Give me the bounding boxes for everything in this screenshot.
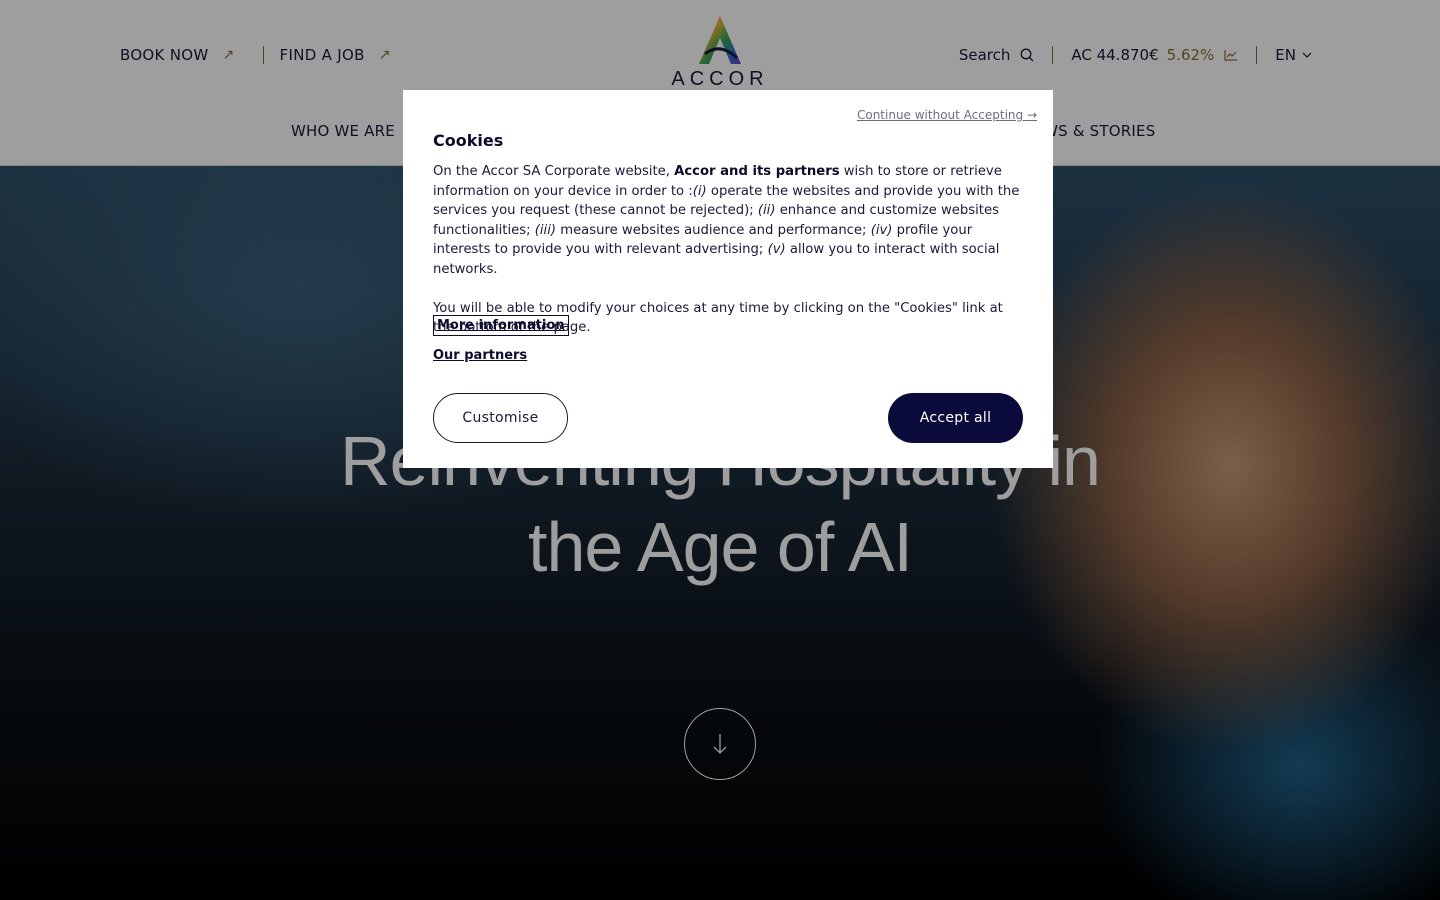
item-marker: (iii) [534, 222, 557, 238]
more-information-link[interactable]: More information [433, 315, 569, 336]
item-marker: (v) [767, 242, 786, 257]
cookie-intro-paragraph: On the Accor SA Corporate website, Accor… [433, 162, 1025, 279]
our-partners-link[interactable]: Our partners [433, 348, 527, 363]
continue-without-accepting-link[interactable]: Continue without Accepting → [857, 108, 1037, 122]
item-marker: (i) [692, 183, 707, 199]
cookie-consent-dialog: Continue without Accepting → Cookies On … [403, 90, 1053, 468]
customise-button[interactable]: Customise [433, 393, 568, 443]
intro-bold: Accor and its partners [674, 164, 840, 179]
cookie-dialog-title: Cookies [433, 131, 504, 150]
cookie-dialog-body: On the Accor SA Corporate website, Accor… [433, 162, 1025, 338]
item-text: measure websites audience and performanc… [556, 222, 871, 238]
item-marker: (ii) [757, 203, 776, 218]
accept-all-button[interactable]: Accept all [888, 393, 1023, 443]
item-marker: (iv) [870, 222, 893, 238]
intro-prefix: On the Accor SA Corporate website, [433, 164, 675, 179]
